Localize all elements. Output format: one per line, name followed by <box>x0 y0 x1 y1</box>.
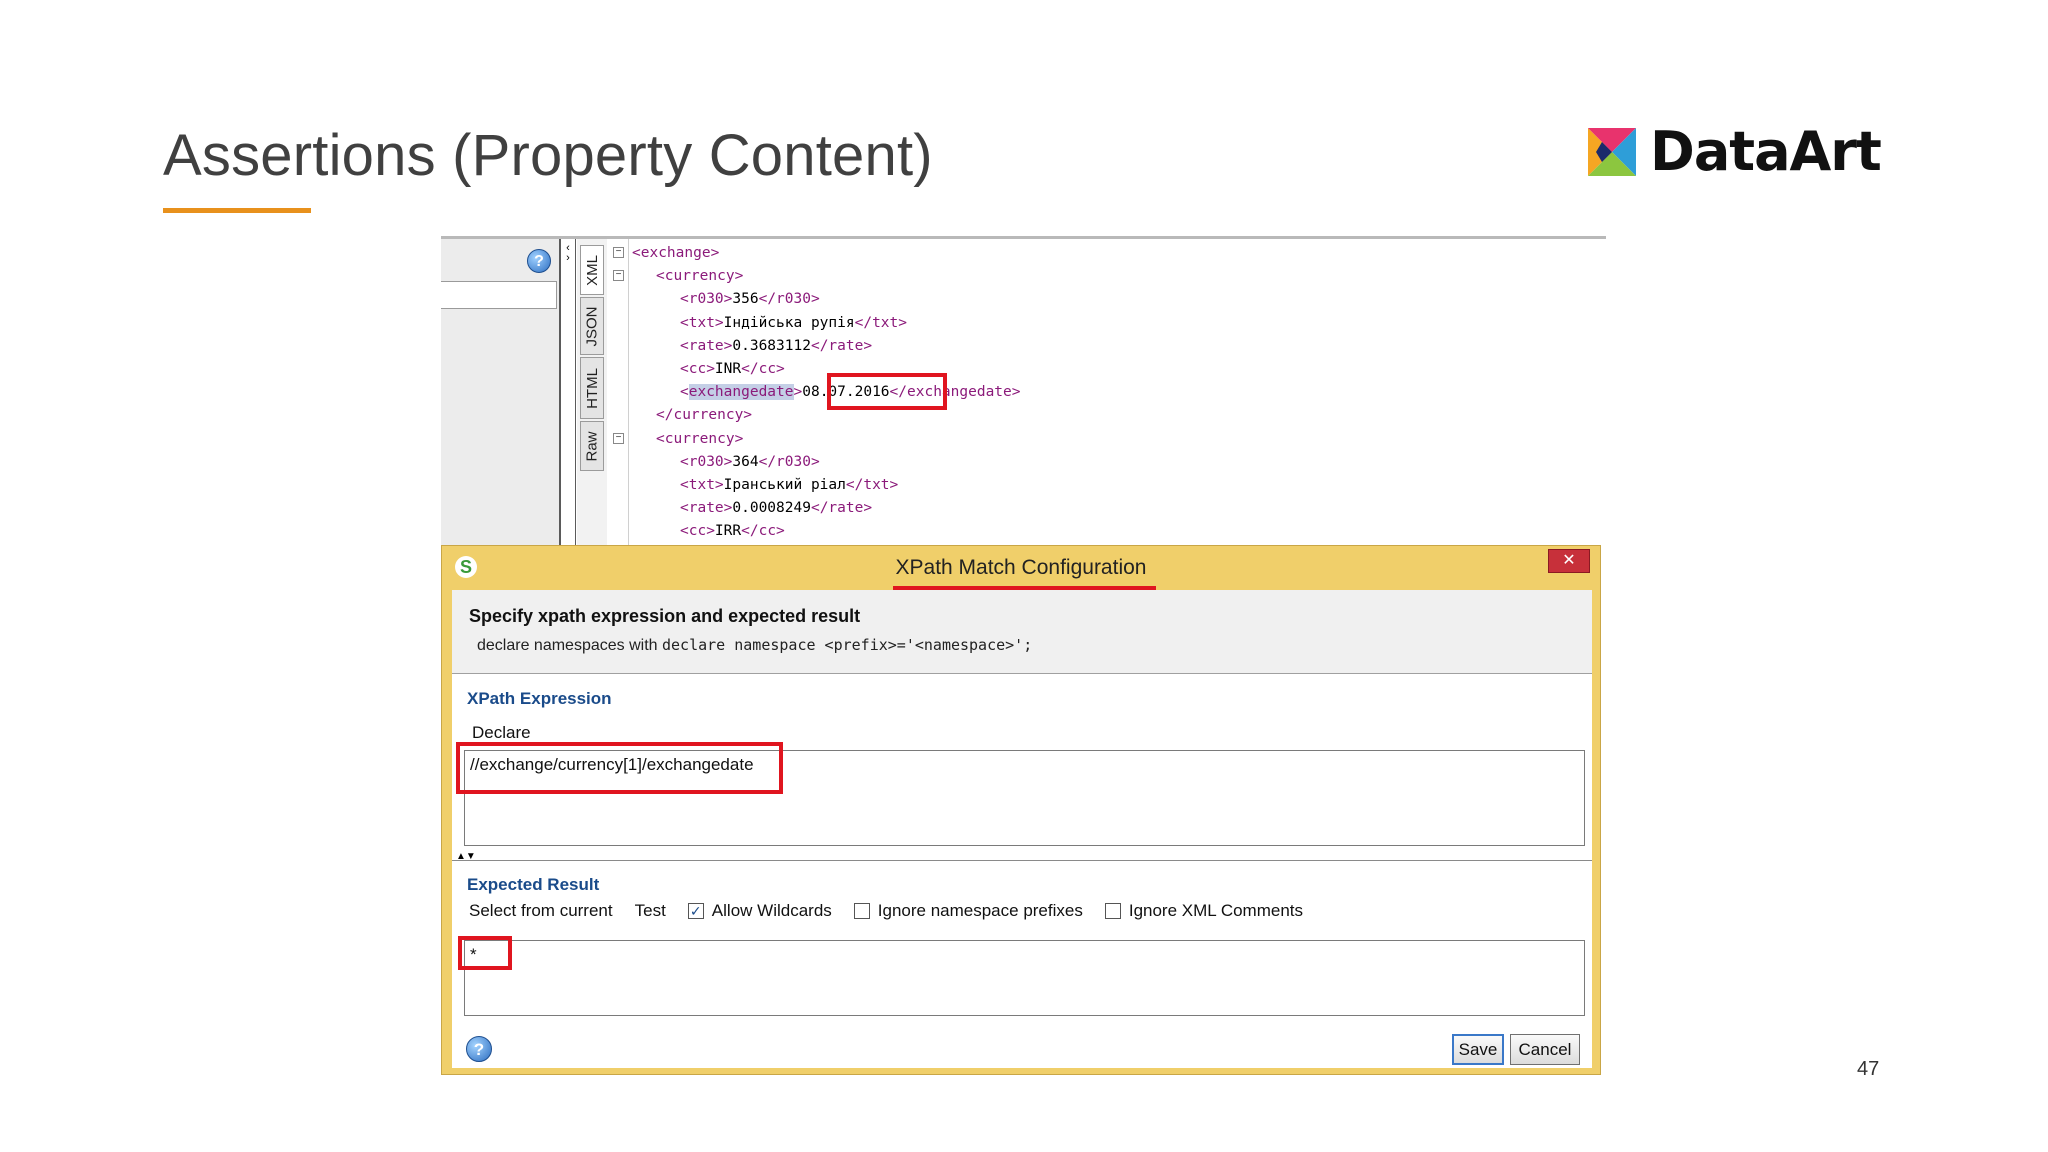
ignore-xml-comments-label: Ignore XML Comments <box>1128 901 1304 920</box>
xml-line: <currency> <box>632 428 1021 451</box>
cancel-button[interactable]: Cancel <box>1510 1034 1580 1065</box>
fold-toggle-icon[interactable]: − <box>613 247 624 258</box>
xml-open-tag: <rate> <box>680 500 733 517</box>
xml-tag: </currency> <box>656 407 753 424</box>
xml-line: <txt>Іранський ріал</txt> <box>632 474 1021 497</box>
namespace-hint: declare namespaces with declare namespac… <box>477 636 1032 655</box>
tab-html[interactable]: HTML <box>580 357 604 419</box>
xml-value: INR <box>714 361 742 378</box>
xml-line: <r030>356</r030> <box>632 288 1021 311</box>
xml-open-tag: <exchangedate> <box>680 384 803 401</box>
checkbox-unchecked-icon <box>1104 903 1121 919</box>
tab-xml-label: XML <box>583 254 601 286</box>
xml-value: IRR <box>714 523 742 540</box>
fold-toggle-icon[interactable]: − <box>613 270 624 281</box>
page-number: 47 <box>1857 1058 1880 1080</box>
allow-wildcards-checkbox[interactable]: ✓ Allow Wildcards <box>687 901 832 921</box>
xml-close-tag: </r030> <box>758 453 820 470</box>
ignore-xml-comments-checkbox[interactable]: Ignore XML Comments <box>1104 901 1304 921</box>
close-button[interactable]: ✕ <box>1548 549 1590 573</box>
xml-close-tag: </rate> <box>810 500 873 517</box>
xml-value: Індійська рупія <box>723 314 855 331</box>
namespace-hint-prefix: declare namespaces with <box>477 637 662 654</box>
xml-close-tag: </rate> <box>810 337 873 354</box>
xml-open-tag: <r030> <box>680 291 733 308</box>
tab-html-label: HTML <box>583 367 601 409</box>
xml-line: <rate>0.0008249</rate> <box>632 497 1021 520</box>
ignore-namespace-prefixes-label: Ignore namespace prefixes <box>877 901 1083 920</box>
dataart-logo: DataArt <box>1588 120 1882 183</box>
help-icon[interactable]: ? <box>466 1036 492 1062</box>
xml-line: <txt>Індійська рупія</txt> <box>632 312 1021 335</box>
expected-result-input[interactable]: * <box>464 940 1585 1016</box>
dataart-logo-icon <box>1588 128 1636 176</box>
xml-close-tag: </cc> <box>741 361 785 378</box>
dialog-body: Specify xpath expression and expected re… <box>452 590 1592 1068</box>
request-field[interactable] <box>441 281 557 309</box>
title-underline <box>163 208 311 213</box>
xml-tag: <currency> <box>656 430 744 447</box>
declare-button[interactable]: Declare <box>472 723 531 743</box>
xml-value: 0.3683112 <box>732 337 811 354</box>
xml-value: Іранський ріал <box>723 477 846 494</box>
dialog-titlebar[interactable]: S XPath Match Configuration ✕ <box>442 546 1600 588</box>
dialog-title: XPath Match Configuration <box>895 556 1147 579</box>
save-button[interactable]: Save <box>1452 1034 1504 1065</box>
xml-open-tag: <cc> <box>680 361 715 378</box>
fold-toggle-icon[interactable]: − <box>613 433 624 444</box>
checkbox-unchecked-icon <box>853 903 870 919</box>
split-arrows-icon[interactable]: ‹ › <box>561 239 575 546</box>
xml-value: 0.0008249 <box>732 500 811 517</box>
expected-options-row: Select from current Test ✓ Allow Wildcard… <box>469 901 1325 921</box>
xpath-section-label: XPath Expression <box>467 689 612 708</box>
xml-line: <rate>0.3683112</rate> <box>632 335 1021 358</box>
xml-tag: <currency> <box>656 268 744 285</box>
xml-selected-tag-name: exchangedate <box>688 384 794 401</box>
view-tab-strip: XML JSON HTML Raw <box>577 239 607 546</box>
xml-response-editor: ? ‹ › XML JSON HTML Raw − − − <exchange> <… <box>441 236 1606 546</box>
xml-line: <exchange> <box>632 242 1021 265</box>
xml-line: <cc>IRR</cc> <box>632 520 1021 543</box>
checkbox-checked-icon: ✓ <box>687 903 704 919</box>
highlight-box-expected <box>458 936 512 970</box>
xml-open-tag: <txt> <box>680 314 724 331</box>
request-pane: ? <box>441 239 559 546</box>
help-icon[interactable]: ? <box>527 249 551 273</box>
expected-section-label: Expected Result <box>467 875 600 894</box>
tab-raw[interactable]: Raw <box>580 421 604 471</box>
slide-title: Assertions (Property Content) <box>163 123 933 188</box>
xml-close-tag: </r030> <box>758 291 820 308</box>
pane-divider-inner <box>575 239 576 546</box>
xml-open-tag: <txt> <box>680 477 724 494</box>
xml-value: 356 <box>732 291 759 308</box>
logo-text: DataArt <box>1650 120 1882 183</box>
test-button[interactable]: Test <box>635 901 666 921</box>
xml-tag: <exchange> <box>632 245 720 261</box>
xml-close-tag: </cc> <box>741 523 785 540</box>
dialog-heading: Specify xpath expression and expected re… <box>469 606 861 626</box>
namespace-hint-code: declare namespace <prefix>='<namespace>'… <box>661 636 1033 654</box>
xpath-match-dialog: S XPath Match Configuration ✕ Specify xp… <box>441 545 1601 1075</box>
ignore-namespace-prefixes-checkbox[interactable]: Ignore namespace prefixes <box>853 901 1083 921</box>
tab-json[interactable]: JSON <box>580 297 604 355</box>
xml-open-tag: <r030> <box>680 453 733 470</box>
xml-close-tag: </txt> <box>845 477 899 494</box>
xml-open-tag: <cc> <box>680 523 715 540</box>
highlight-box-xpath <box>456 742 783 794</box>
allow-wildcards-label: Allow Wildcards <box>711 901 832 920</box>
dialog-info-area: Specify xpath expression and expected re… <box>452 590 1592 674</box>
tab-xml[interactable]: XML <box>580 245 604 295</box>
tab-raw-label: Raw <box>583 430 601 462</box>
select-from-current-button[interactable]: Select from current <box>469 901 613 921</box>
xml-open-tag: <rate> <box>680 337 733 354</box>
fold-gutter: − − − <box>609 239 629 546</box>
xml-line: <r030>364</r030> <box>632 451 1021 474</box>
tab-json-label: JSON <box>583 305 601 347</box>
xml-value: 364 <box>732 453 759 470</box>
xml-line: <currency> <box>632 265 1021 288</box>
section-separator[interactable] <box>452 860 1592 861</box>
xml-close-tag: </txt> <box>854 314 907 331</box>
highlight-box-date <box>827 373 947 410</box>
